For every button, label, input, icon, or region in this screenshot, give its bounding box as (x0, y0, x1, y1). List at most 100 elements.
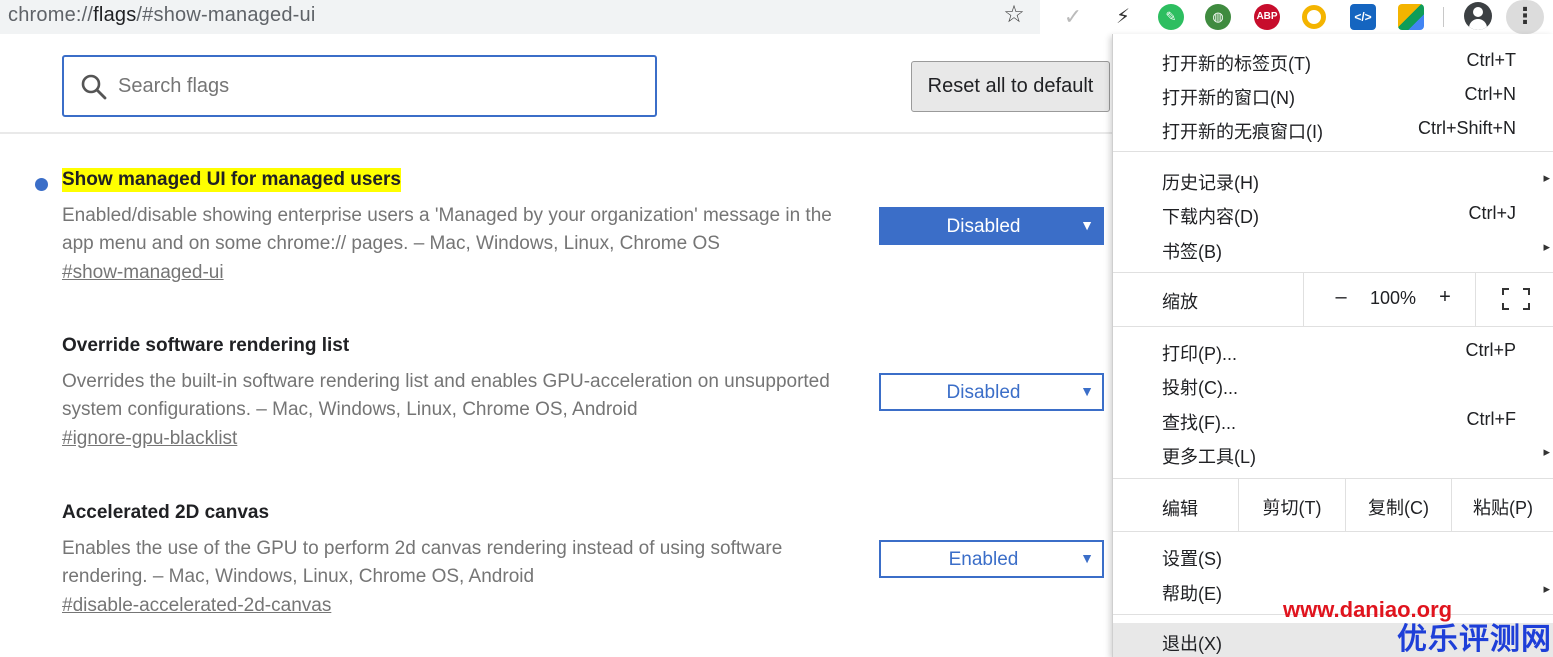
menu-item-new-window[interactable]: 打开新的窗口(N) Ctrl+N (1113, 77, 1553, 111)
check-icon[interactable]: ✓ (1060, 4, 1086, 30)
zoom-label: 缩放 (1162, 292, 1198, 312)
experiment-state-select[interactable]: Disabled ▼ (879, 207, 1104, 245)
url-host: flags (93, 4, 137, 26)
menu-item-label: 打印(P)... (1162, 344, 1237, 364)
cut-button[interactable]: 剪切(T) (1238, 479, 1345, 531)
code-icon[interactable]: </> (1350, 4, 1376, 30)
menu-item-more-tools[interactable]: 更多工具(L) ▸ (1113, 436, 1553, 470)
experiment-show-managed-ui: Show managed UI for managed users Enable… (0, 168, 1112, 328)
evernote-icon[interactable]: ✎ (1158, 4, 1184, 30)
address-bar[interactable]: chrome://flags/#show-managed-ui ☆ (0, 0, 1040, 34)
fullscreen-icon (1502, 288, 1530, 310)
copy-label: 复制(C) (1368, 498, 1429, 518)
chrome-app-menu: 打开新的标签页(T) Ctrl+T 打开新的窗口(N) Ctrl+N 打开新的无… (1112, 34, 1553, 657)
submenu-arrow-icon: ▸ (1543, 581, 1550, 596)
dropdown-arrow-icon: ▼ (1080, 550, 1094, 566)
menu-item-label: 历史记录(H) (1162, 173, 1259, 193)
menu-item-label: 打开新的标签页(T) (1162, 54, 1311, 74)
paste-button[interactable]: 粘贴(P) (1451, 479, 1553, 531)
menu-item-bookmarks[interactable]: 书签(B) ▸ (1113, 231, 1553, 265)
drive-icon[interactable] (1398, 4, 1424, 30)
profile-avatar-icon[interactable] (1464, 2, 1492, 30)
menu-item-label: 帮助(E) (1162, 584, 1222, 604)
experiment-title: Accelerated 2D canvas (62, 502, 270, 523)
menu-item-find[interactable]: 查找(F)... Ctrl+F (1113, 402, 1553, 436)
search-input[interactable] (118, 72, 618, 100)
experiment-title: Show managed UI for managed users (62, 168, 401, 192)
menu-item-label: 设置(S) (1162, 549, 1222, 569)
experiment-title: Override software rendering list (62, 335, 350, 356)
submenu-arrow-icon: ▸ (1543, 170, 1550, 185)
url-text[interactable]: chrome://flags/#show-managed-ui (8, 4, 315, 27)
menu-shortcut: Ctrl+J (1468, 203, 1516, 223)
watermark-logo: 优乐评测网 (1397, 623, 1552, 656)
experiment-description: Overrides the built-in software renderin… (62, 371, 830, 420)
menu-item-history[interactable]: 历史记录(H) ▸ (1113, 162, 1553, 196)
abp-icon[interactable]: ABP (1254, 4, 1280, 30)
url-path: /#show-managed-ui (136, 4, 316, 26)
submenu-arrow-icon: ▸ (1543, 239, 1550, 254)
zoom-level: 100% (1369, 288, 1417, 308)
menu-item-cast[interactable]: 投射(C)... (1113, 367, 1553, 401)
select-value: Enabled (948, 549, 1019, 570)
dropdown-arrow-icon: ▼ (1080, 217, 1094, 233)
menu-item-label: 书签(B) (1162, 242, 1222, 262)
experiment-state-select[interactable]: Disabled ▼ (879, 373, 1104, 411)
kebab-icon[interactable]: ⋮ (1506, 0, 1544, 34)
reset-all-button[interactable]: Reset all to default (911, 61, 1110, 112)
select-value: Disabled (946, 382, 1021, 403)
menu-shortcut: Ctrl+F (1466, 409, 1517, 429)
menu-shortcut: Ctrl+P (1465, 340, 1516, 360)
menu-shortcut: Ctrl+T (1466, 50, 1517, 70)
globe-icon[interactable]: ◍ (1205, 4, 1231, 30)
menu-item-label: 更多工具(L) (1162, 447, 1256, 467)
submenu-arrow-icon: ▸ (1543, 444, 1550, 459)
menu-item-new-tab[interactable]: 打开新的标签页(T) Ctrl+T (1113, 43, 1553, 77)
star-icon[interactable]: ☆ (1000, 1, 1028, 29)
zoom-out-button[interactable]: – (1331, 286, 1351, 309)
experiment-description: Enables the use of the GPU to perform 2d… (62, 538, 783, 587)
experiment-ignore-gpu-blacklist: Override software rendering list Overrid… (0, 334, 1112, 494)
edit-label: 编辑 (1162, 499, 1198, 519)
menu-item-label: 退出(X) (1162, 634, 1222, 654)
copy-button[interactable]: 复制(C) (1345, 479, 1451, 531)
dropdown-arrow-icon: ▼ (1080, 383, 1094, 399)
menu-edit-row: 编辑 剪切(T) 复制(C) 粘贴(P) (1113, 479, 1553, 531)
menu-zoom-row: 缩放 – 100% + (1113, 272, 1553, 326)
abp-label: ABP (1256, 11, 1278, 22)
browser-toolbar: chrome://flags/#show-managed-ui ☆ ✓ ⚡ ✎ … (0, 0, 1553, 34)
menu-shortcut: Ctrl+N (1464, 84, 1516, 104)
url-scheme: chrome:// (8, 4, 94, 26)
menu-item-incognito[interactable]: 打开新的无痕窗口(I) Ctrl+Shift+N (1113, 111, 1553, 145)
menu-item-label: 查找(F)... (1162, 413, 1236, 433)
toolbar-divider (1443, 7, 1444, 27)
select-value: Disabled (946, 216, 1021, 237)
paste-label: 粘贴(P) (1473, 498, 1533, 518)
menu-item-label: 投射(C)... (1162, 378, 1238, 398)
browser-window: chrome://flags/#show-managed-ui ☆ ✓ ⚡ ✎ … (0, 0, 1553, 657)
experiment-link[interactable]: #ignore-gpu-blacklist (62, 428, 237, 450)
code-label: </> (1354, 10, 1372, 24)
menu-item-settings[interactable]: 设置(S) (1113, 538, 1553, 572)
experiment-link[interactable]: #disable-accelerated-2d-canvas (62, 595, 331, 617)
modified-indicator-dot (35, 178, 48, 191)
menu-item-label: 打开新的窗口(N) (1162, 88, 1295, 108)
zoom-in-button[interactable]: + (1435, 286, 1455, 309)
menu-item-label: 打开新的无痕窗口(I) (1162, 122, 1323, 142)
menu-item-label: 下载内容(D) (1162, 207, 1259, 227)
menu-item-downloads[interactable]: 下载内容(D) Ctrl+J (1113, 196, 1553, 230)
menu-separator (1113, 151, 1553, 152)
search-flags-box[interactable] (62, 55, 657, 117)
cut-label: 剪切(T) (1262, 498, 1322, 518)
menu-shortcut: Ctrl+Shift+N (1417, 118, 1516, 138)
experiment-description: Enabled/disable showing enterprise users… (62, 205, 832, 254)
experiment-disable-accelerated-2d-canvas: Accelerated 2D canvas Enables the use of… (0, 501, 1112, 657)
menu-separator (1113, 326, 1553, 327)
menu-item-print[interactable]: 打印(P)... Ctrl+P (1113, 333, 1553, 367)
ring-icon[interactable] (1302, 5, 1326, 29)
experiment-state-select[interactable]: Enabled ▼ (879, 540, 1104, 578)
flash-icon[interactable]: ⚡ (1110, 4, 1136, 30)
experiment-link[interactable]: #show-managed-ui (62, 262, 224, 284)
menu-separator (1113, 531, 1553, 532)
search-icon (81, 74, 107, 100)
